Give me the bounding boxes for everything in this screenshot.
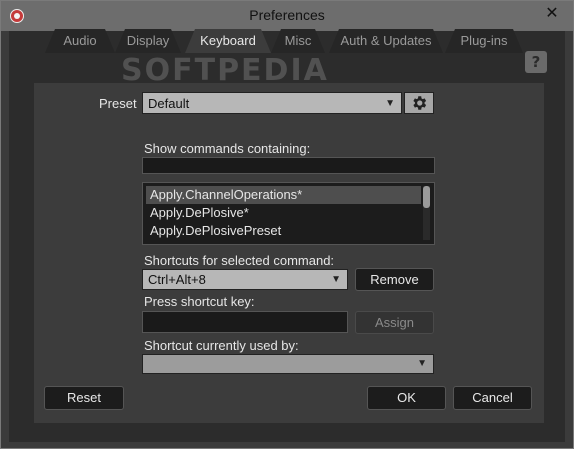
- tab-display[interactable]: Display: [115, 29, 181, 53]
- preset-label: Preset: [99, 96, 137, 111]
- tab-audio[interactable]: Audio: [45, 29, 115, 53]
- used-by-select[interactable]: ▼: [142, 354, 434, 374]
- tab-keyboard[interactable]: Keyboard: [185, 29, 271, 53]
- chevron-down-icon: ▼: [385, 98, 395, 109]
- shortcut-key-input[interactable]: [142, 311, 348, 333]
- close-button[interactable]: ✕: [539, 3, 565, 23]
- list-item[interactable]: Apply.DePlosivePreset: [146, 222, 421, 240]
- chevron-down-icon: ▼: [417, 358, 427, 369]
- remove-button[interactable]: Remove: [355, 268, 434, 291]
- scroll-thumb[interactable]: [423, 186, 430, 208]
- chevron-down-icon: ▼: [331, 274, 341, 285]
- preset-select[interactable]: Default ▼: [142, 92, 402, 114]
- preset-settings-button[interactable]: [404, 92, 434, 114]
- gear-icon: [413, 96, 427, 110]
- used-by-label: Shortcut currently used by:: [144, 338, 299, 353]
- list-item[interactable]: Apply.ChannelOperations*: [146, 186, 421, 204]
- cancel-button[interactable]: Cancel: [453, 386, 532, 410]
- shortcut-value: Ctrl+Alt+8: [148, 272, 206, 287]
- command-list[interactable]: Apply.ChannelOperations* Apply.DePlosive…: [142, 182, 435, 245]
- preset-value: Default: [148, 96, 190, 111]
- title-bar[interactable]: Preferences ✕: [1, 1, 573, 31]
- list-item[interactable]: Apply.DePlosive*: [146, 204, 421, 222]
- show-commands-label: Show commands containing:: [144, 141, 311, 156]
- window-title: Preferences: [249, 7, 325, 23]
- tab-auth-updates[interactable]: Auth & Updates: [329, 29, 443, 53]
- ok-button[interactable]: OK: [367, 386, 446, 410]
- command-list-scrollbar[interactable]: [423, 186, 430, 240]
- shortcuts-select[interactable]: Ctrl+Alt+8 ▼: [142, 269, 348, 290]
- shortcuts-label: Shortcuts for selected command:: [144, 253, 335, 268]
- assign-button[interactable]: Assign: [355, 311, 434, 334]
- reset-button[interactable]: Reset: [44, 386, 124, 410]
- help-button[interactable]: ?: [525, 51, 547, 73]
- press-shortcut-label: Press shortcut key:: [144, 294, 255, 309]
- preferences-window: Preferences ✕ Audio Display Keyboard Mis…: [0, 0, 574, 449]
- tab-plugins[interactable]: Plug-ins: [445, 29, 523, 53]
- command-filter-input[interactable]: [142, 157, 435, 174]
